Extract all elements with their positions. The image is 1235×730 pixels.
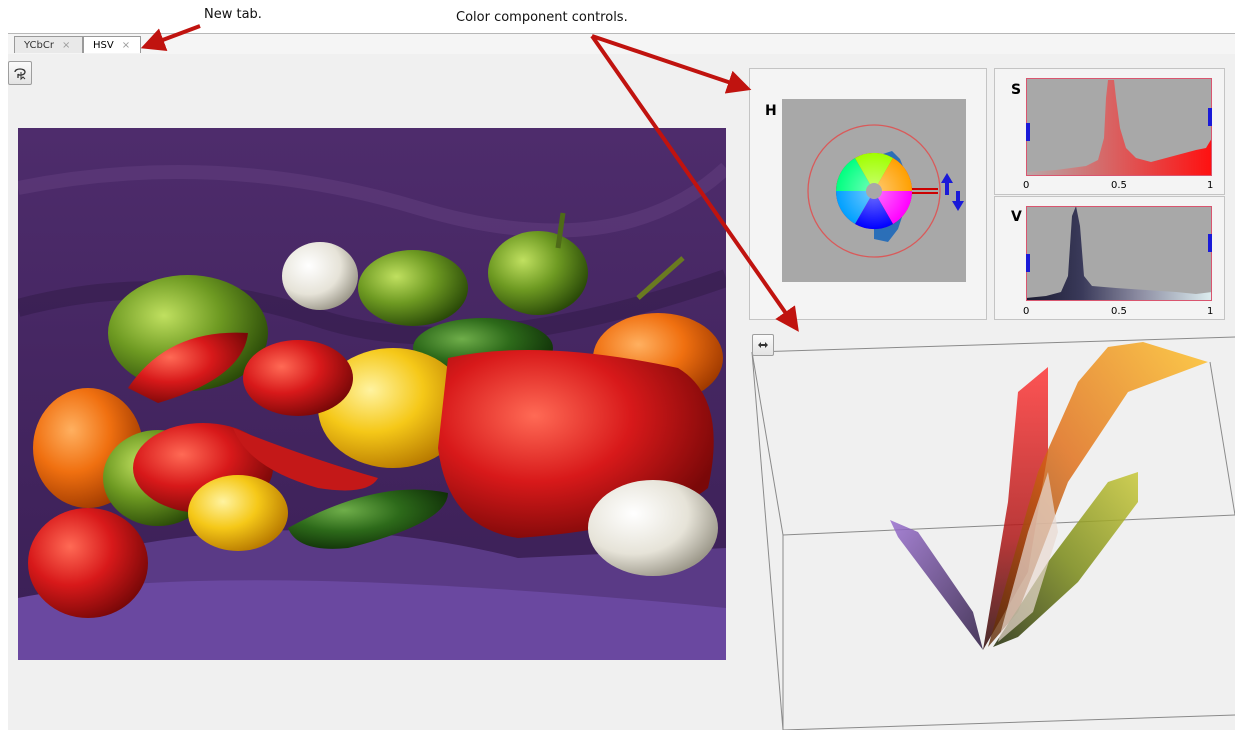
saturation-tick-1: 1: [1207, 180, 1214, 191]
hue-label: H: [765, 103, 777, 119]
value-max-handle[interactable]: [1208, 234, 1212, 252]
rotate-point-cloud-button[interactable]: [752, 334, 774, 356]
saturation-label: S: [1011, 82, 1022, 98]
value-label: V: [1011, 209, 1022, 225]
source-image[interactable]: [18, 128, 726, 660]
value-tick-mid: 0.5: [1111, 306, 1127, 317]
value-tick-0: 0: [1023, 306, 1030, 317]
saturation-min-handle[interactable]: [1026, 123, 1030, 141]
color-controls-annotation: Color component controls.: [456, 10, 628, 25]
color-point-cloud[interactable]: [748, 332, 1235, 730]
tab-ycbcr[interactable]: YCbCr ×: [14, 36, 83, 53]
value-min-handle[interactable]: [1026, 254, 1030, 272]
rotate-icon: [758, 342, 768, 348]
color-wheel: [835, 152, 913, 230]
saturation-histogram[interactable]: [1026, 78, 1212, 176]
tab-close-icon[interactable]: ×: [122, 40, 130, 51]
lasso-select-icon: [14, 68, 26, 81]
saturation-tick-mid: 0.5: [1111, 180, 1127, 191]
saturation-max-handle[interactable]: [1208, 108, 1212, 126]
tab-hsv[interactable]: HSV ×: [83, 36, 141, 53]
value-histogram[interactable]: [1026, 206, 1212, 301]
lasso-select-button[interactable]: [8, 61, 32, 85]
saturation-tick-0: 0: [1023, 180, 1030, 191]
tab-label: HSV: [93, 40, 114, 51]
value-tick-1: 1: [1207, 306, 1214, 317]
new-tab-annotation: New tab.: [204, 7, 262, 22]
tab-close-icon[interactable]: ×: [62, 40, 70, 51]
tab-label: YCbCr: [24, 40, 54, 51]
hue-wheel-control[interactable]: [782, 99, 966, 282]
tab-strip: YCbCr × HSV ×: [8, 33, 1235, 55]
